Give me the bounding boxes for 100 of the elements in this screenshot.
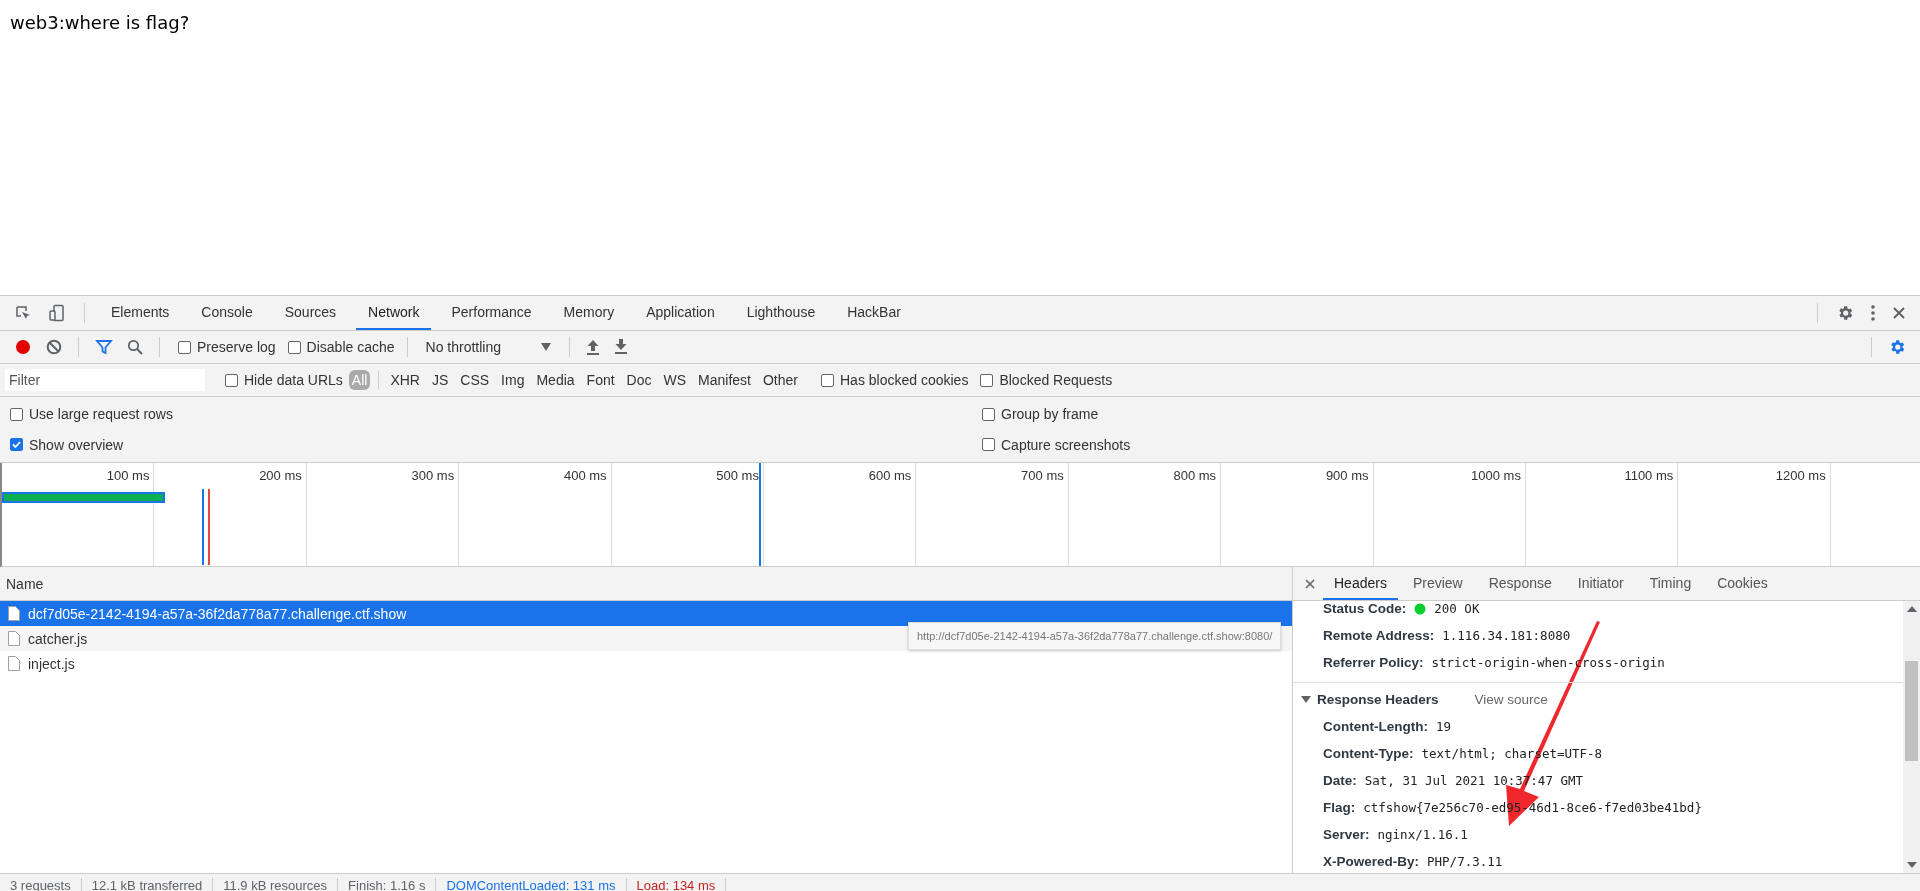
type-filter-button[interactable]: WS [660,370,690,390]
checkbox[interactable] [982,438,995,452]
status-text: DOMContentLoaded: 131 ms [436,877,627,891]
panel-tab[interactable]: HackBar [835,296,913,330]
type-filter-button[interactable]: Img [498,370,528,390]
checkbox-label: Disable cache [306,339,395,355]
file-icon [8,631,20,646]
header-value: 19 [1435,719,1452,734]
panel-tab[interactable]: Performance [439,296,544,330]
type-filter-button[interactable]: XHR [387,370,423,390]
search-icon[interactable] [127,339,143,355]
checkbox[interactable] [980,373,994,387]
checkbox[interactable] [178,340,191,354]
file-icon [8,606,20,621]
filter-icon[interactable] [95,338,113,356]
view-source-link[interactable]: View source [1474,691,1548,707]
clear-icon[interactable] [46,339,62,355]
panel-tab[interactable]: Elements [99,296,182,330]
throttling-dropdown[interactable]: No throttling [419,339,557,355]
panel-tab[interactable]: Network [356,296,432,330]
more-icon[interactable] [1870,304,1876,322]
header-name: X-Powered-By: [1323,854,1420,869]
checkbox-label: Hide data URLs [244,372,343,388]
header-value: PHP/7.3.11 [1427,854,1503,869]
time-tick-label: 600 ms [868,468,912,483]
type-filter-button[interactable]: Manifest [695,370,754,390]
download-icon[interactable] [614,339,628,355]
type-filter-button[interactable]: Other [760,370,801,390]
time-tick-label: 200 ms [259,468,302,483]
header-name: Date: [1323,773,1357,788]
panel-tab[interactable]: Sources [272,296,349,330]
type-filter-button[interactable]: JS [428,370,452,390]
time-tick-label: 800 ms [1173,468,1217,483]
type-filter-button[interactable]: Font [583,370,618,390]
close-icon[interactable] [1305,578,1315,589]
details-tab[interactable]: Timing [1638,567,1703,600]
close-icon[interactable] [1892,306,1906,320]
device-icon[interactable] [48,304,66,322]
checkbox[interactable] [821,373,834,387]
request-name: dcf7d05e-2142-4194-a57a-36f2da778a77.challenge.ctf.show [28,605,407,622]
scroll-down-icon[interactable] [1906,861,1917,869]
panel-tab[interactable]: Console [189,296,265,330]
caret-icon [541,343,551,351]
header-name: Referrer Policy: [1323,655,1424,670]
details-tab[interactable]: Response [1477,567,1563,600]
time-tick-label: 900 ms [1325,468,1369,483]
checkbox-label: Capture screenshots [1001,436,1131,453]
upload-icon[interactable] [586,339,600,355]
status-text: Load: 134 ms [626,877,727,891]
column-header[interactable]: Name [6,575,44,592]
header-name: Content-Length: [1323,719,1428,734]
checkbox[interactable] [10,407,23,421]
details-tab[interactable]: Headers [1323,567,1398,600]
time-tick-label: 300 ms [411,468,455,483]
time-tick-label: 500 ms [716,468,759,483]
status-dot-icon [1414,602,1427,615]
time-tick-label: 1000 ms [1471,468,1521,483]
checkbox-label: Blocked Requests [999,372,1113,388]
details-tab[interactable]: Preview [1401,567,1474,600]
details-tab[interactable]: Cookies [1706,567,1779,600]
time-tick-label: 700 ms [1021,468,1064,483]
time-tick-label: 1100 ms [1624,468,1674,483]
panel-tab[interactable]: Lighthouse [734,296,828,330]
type-filter-button[interactable]: CSS [457,370,493,390]
header-value: nginx/1.16.1 [1377,827,1468,842]
type-filter-button[interactable]: Doc [623,370,655,390]
time-tick-label: 1200 ms [1775,468,1826,483]
panel-tab[interactable]: Memory [551,296,627,330]
header-name: Flag: [1323,800,1356,815]
request-name: inject.js [28,655,75,672]
time-tick-label: 100 ms [106,468,150,483]
url-tooltip: http://dcf7d05e-2142-4194-a57a-36f2da778a77.challenge.ctf.show:8080/ [908,622,1282,650]
header-name: Status Code: [1323,601,1407,616]
scrollbar-thumb[interactable] [1905,661,1918,761]
header-name: Server: [1323,827,1370,842]
checkbox-label: Has blocked cookies [840,372,969,388]
file-icon [8,656,20,671]
section-title[interactable]: Response Headers [1317,691,1439,707]
scroll-up-icon[interactable] [1906,605,1917,613]
checkbox-label: Preserve log [197,339,276,355]
header-name: Remote Address: [1323,628,1435,643]
checkbox-label: Show overview [29,436,124,453]
panel-tab[interactable]: Application [634,296,727,330]
checkbox[interactable] [225,373,238,387]
time-tick-label: 400 ms [563,468,607,483]
checkbox[interactable] [982,407,995,421]
checkbox[interactable] [287,340,301,354]
status-text: 11.9 kB resources [213,877,339,891]
request-row[interactable]: inject.js [0,651,1292,676]
status-text: 12.1 kB transferred [81,877,214,891]
checkbox[interactable] [10,438,23,452]
filter-field[interactable]: Filter [5,369,205,391]
header-value: 1.116.34.181:8080 [1442,628,1571,643]
type-filter-button[interactable]: Media [533,370,578,390]
request-row[interactable]: dcf7d05e-2142-4194-a57a-36f2da778a77.challenge.ctf.show [0,601,1292,626]
details-tab[interactable]: Initiator [1566,567,1635,600]
request-name: catcher.js [28,630,88,647]
expand-icon[interactable] [1301,694,1311,704]
header-value: 200 OK [1434,601,1480,616]
record-icon[interactable] [14,338,32,356]
